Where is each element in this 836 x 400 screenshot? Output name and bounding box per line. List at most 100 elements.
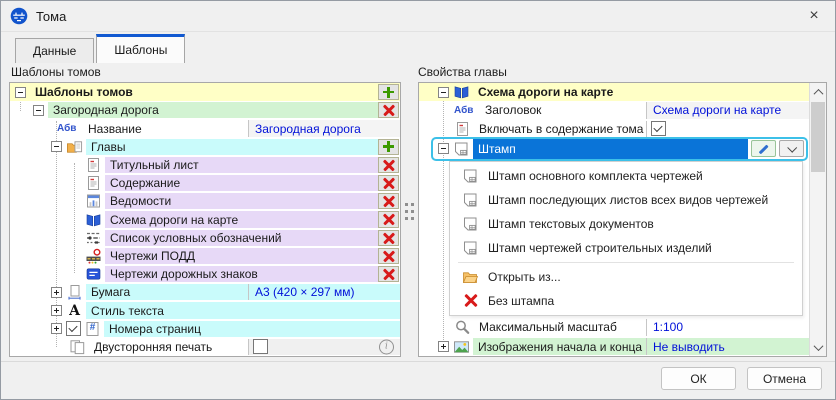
hash-glyph: # (84, 322, 101, 333)
name-value-field[interactable]: Загородная дорога (248, 120, 400, 136)
row-heading[interactable]: Абв Заголовок Схема дороги на карте (419, 101, 809, 119)
add-template-button[interactable] (378, 84, 399, 100)
cancel-button[interactable]: Отмена (747, 367, 822, 390)
collapse-icon[interactable] (15, 87, 26, 98)
stamp-icon (462, 192, 479, 208)
paper-format-icon (66, 284, 83, 300)
row-duplex-print[interactable]: Двусторонняя печать i (10, 338, 400, 356)
row-label: Загородная дорога (48, 102, 378, 118)
start-end-images-value-field[interactable]: Не выводить (646, 338, 809, 355)
delete-chapter-button[interactable] (378, 266, 399, 282)
menu-item-open-from[interactable]: Открыть из... (450, 265, 802, 289)
menu-item-label: Открыть из... (488, 270, 561, 284)
no-stamp-icon (462, 293, 479, 309)
delete-icon (383, 159, 395, 171)
menu-item-construction-products-stamp[interactable]: Штамп чертежей строительных изделий (450, 236, 802, 260)
row-chapters[interactable]: Главы (10, 138, 400, 156)
collapse-icon[interactable] (33, 105, 44, 116)
row-start-end-images[interactable]: Изображения начала и конца Не выводить (419, 337, 809, 356)
delete-chapter-button[interactable] (378, 230, 399, 246)
duplex-checkbox[interactable] (253, 339, 268, 354)
magnifier-icon (454, 319, 471, 335)
row-include-in-toc[interactable]: Включать в содержание тома (419, 120, 809, 138)
row-max-scale[interactable]: Максимальный масштаб 1:100 (419, 318, 809, 338)
dialog-footer: ОК Отмена (1, 361, 835, 399)
chevron-up-icon (813, 88, 823, 98)
app-logo-icon (10, 7, 28, 25)
row-label: Номера страниц (104, 321, 400, 337)
collapse-icon[interactable] (51, 141, 62, 152)
add-chapter-button[interactable] (378, 139, 399, 155)
panel-splitter[interactable] (405, 203, 415, 222)
close-icon[interactable]: × (793, 1, 835, 31)
menu-item-main-set-stamp[interactable]: Штамп основного комплекта чертежей (450, 164, 802, 188)
ok-button[interactable]: ОК (661, 367, 736, 390)
row-name[interactable]: Абв Название Загородная дорога (10, 119, 400, 137)
menu-item-text-documents-stamp[interactable]: Штамп текстовых документов (450, 212, 802, 236)
scroll-down-button[interactable] (810, 339, 826, 355)
stamp-dropdown-button[interactable] (779, 140, 804, 157)
row-page-numbers[interactable]: # Номера страниц (10, 320, 400, 338)
title-bar: Тома × (1, 1, 835, 32)
include-toc-checkbox[interactable] (651, 121, 666, 136)
menu-item-no-stamp[interactable]: Без штампа (450, 289, 802, 313)
delete-template-button[interactable] (378, 102, 399, 118)
row-symbols-list[interactable]: Список условных обозначений (10, 229, 400, 247)
delete-chapter-button[interactable] (378, 157, 399, 173)
row-chapter-header[interactable]: Схема дороги на карте (419, 83, 809, 101)
collapse-icon[interactable] (438, 143, 449, 154)
max-scale-value-field[interactable]: 1:100 (646, 319, 809, 337)
plus-icon (383, 141, 394, 152)
expand-icon[interactable] (438, 341, 449, 352)
row-label: Штамп (473, 139, 748, 159)
edit-stamp-button[interactable] (751, 140, 776, 157)
row-suburban-road[interactable]: Загородная дорога (10, 101, 400, 119)
delete-icon (383, 177, 395, 189)
page-number-icon: # (84, 321, 101, 337)
scrollbar-thumb[interactable] (811, 102, 825, 172)
row-volume-templates[interactable]: Шаблоны томов (10, 83, 400, 101)
tab-templates[interactable]: Шаблоны (96, 34, 185, 63)
contents-icon (454, 121, 471, 137)
delete-chapter-button[interactable] (378, 211, 399, 227)
stamp-menu-region: Штамп основного комплекта чертежей Штамп… (419, 160, 809, 318)
tab-data[interactable]: Данные (15, 38, 94, 63)
delete-chapter-button[interactable] (378, 248, 399, 264)
expand-icon[interactable] (51, 323, 62, 334)
menu-item-label: Штамп последующих листов всех видов черт… (488, 193, 768, 207)
delete-icon (383, 214, 395, 226)
row-statements[interactable]: Ведомости (10, 192, 400, 210)
delete-icon (383, 250, 395, 262)
menu-item-subsequent-sheets-stamp[interactable]: Штамп последующих листов всех видов черт… (450, 188, 802, 212)
row-road-signs-drawings[interactable]: Чертежи дорожных знаков (10, 265, 400, 283)
menu-item-label: Штамп основного комплекта чертежей (488, 169, 703, 183)
row-stamp[interactable]: Штамп (419, 138, 809, 160)
scrollbar[interactable] (809, 83, 826, 356)
collapse-icon[interactable] (438, 87, 449, 98)
title-sheet-icon (85, 157, 102, 173)
row-contents[interactable]: Содержание (10, 174, 400, 192)
expand-icon[interactable] (51, 305, 62, 316)
delete-chapter-button[interactable] (378, 175, 399, 191)
stamp-icon (453, 141, 470, 157)
row-label: Чертежи ПОДД (105, 248, 378, 264)
row-title-sheet[interactable]: Титульный лист (10, 156, 400, 174)
duplex-value-area: i (248, 339, 400, 355)
paper-value-field[interactable]: А3 (420 × 297 мм) (248, 284, 400, 300)
delete-chapter-button[interactable] (378, 193, 399, 209)
stamp-icon (462, 216, 479, 232)
font-letter-icon: A (66, 303, 83, 319)
volumes-dialog: Тома × Данные Шаблоны Шаблоны томов Свой… (0, 0, 836, 400)
row-podd-drawings[interactable]: Чертежи ПОДД (10, 247, 400, 265)
right-panel-caption: Свойства главы (418, 65, 507, 79)
chevron-down-icon (813, 341, 823, 351)
page-numbers-checkbox[interactable] (66, 321, 81, 336)
delete-icon (383, 232, 395, 244)
row-text-style[interactable]: A Стиль текста (10, 301, 400, 319)
heading-value-field[interactable]: Схема дороги на карте (646, 102, 809, 118)
scroll-up-button[interactable] (810, 84, 826, 100)
legend-lines-icon (85, 230, 102, 246)
row-road-map-scheme[interactable]: Схема дороги на карте (10, 210, 400, 228)
row-paper[interactable]: Бумага А3 (420 × 297 мм) (10, 283, 400, 301)
expand-icon[interactable] (51, 287, 62, 298)
